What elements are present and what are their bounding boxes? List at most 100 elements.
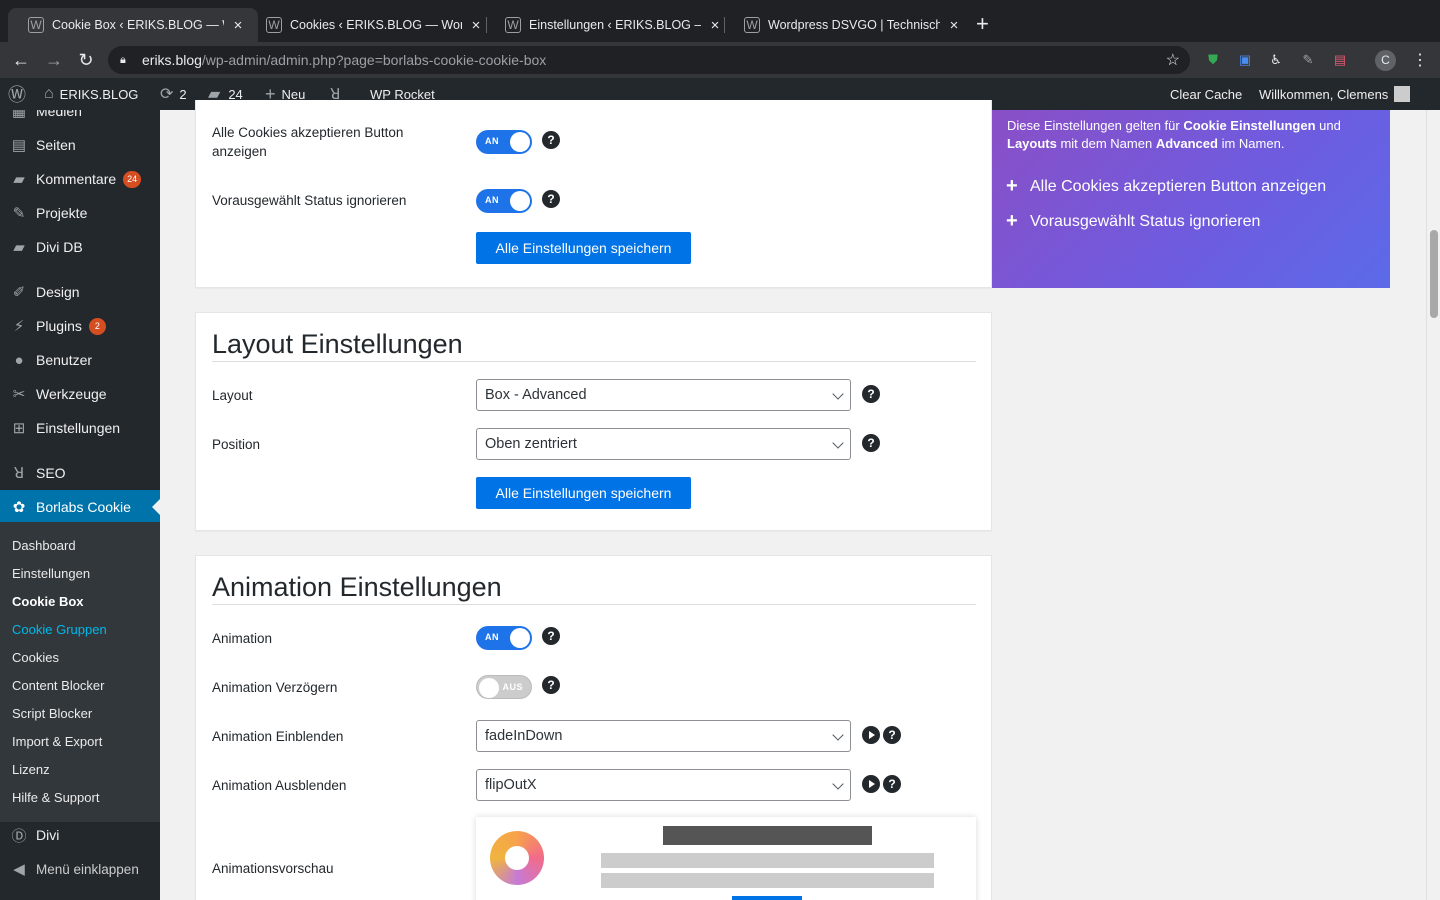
forward-arrow-icon[interactable]: → <box>42 49 66 71</box>
reload-icon[interactable]: ↻ <box>74 49 98 71</box>
panel-title: Layout Einstellungen <box>212 329 463 359</box>
updates-icon: ⟳ <box>160 86 174 103</box>
sidebar-item-label: Menü einklappen <box>36 861 139 877</box>
close-icon[interactable]: × <box>230 17 246 34</box>
sidebar-item-werkzeuge[interactable]: ✂︎ Werkzeuge <box>0 377 160 411</box>
submenu-item-cookies[interactable]: Cookies <box>12 650 59 665</box>
sidebar-item-benutzer[interactable]: ● Benutzer <box>0 343 160 377</box>
submenu-item-script-blocker[interactable]: Script Blocker <box>12 706 92 721</box>
panel-title: Animation Einstellungen <box>212 572 502 602</box>
media-icon: ▦ <box>11 110 27 120</box>
pen-extension-icon[interactable]: ✎ <box>1299 52 1317 68</box>
sidebar-item-design[interactable]: ✐ Design <box>0 275 160 309</box>
help-icon[interactable]: ? <box>542 131 560 149</box>
clear-cache-link[interactable]: Clear Cache <box>1170 78 1242 110</box>
tab-title: Wordpress DSVGO | Technisch <box>768 18 940 32</box>
submenu-item-cookie-gruppen[interactable]: Cookie Gruppen <box>12 622 107 637</box>
bookmark-star-icon[interactable]: ☆ <box>1166 50 1180 70</box>
help-icon[interactable]: ? <box>542 190 560 208</box>
shield-extension-icon[interactable]: ⛊ <box>1204 52 1222 68</box>
close-icon[interactable]: × <box>707 17 723 34</box>
browser-tab[interactable]: W Cookies ‹ ERIKS.BLOG — Word × <box>246 8 496 42</box>
calendar-extension-icon[interactable]: ▤ <box>1331 52 1349 68</box>
close-icon[interactable]: × <box>946 17 962 34</box>
info-item-label: Vorausgewählt Status ignorieren <box>1030 212 1261 230</box>
help-icon[interactable]: ? <box>883 726 901 744</box>
animation-out-select[interactable]: flipOutX <box>476 769 851 801</box>
browser-toolbar: ← → ↻ 🔒︎ eriks.blog/wp-admin/admin.php?p… <box>0 42 1440 78</box>
wordpress-favicon-icon: W <box>266 17 282 33</box>
preview-title-bar <box>663 826 872 845</box>
brush-icon: ✐ <box>12 284 26 301</box>
sidebar-item-label: Design <box>36 284 80 300</box>
info-item: + Vorausgewählt Status ignorieren <box>1006 210 1260 233</box>
accessibility-extension-icon[interactable]: ♿︎ <box>1267 52 1285 68</box>
preview-text-bar <box>601 853 934 868</box>
help-icon[interactable]: ? <box>883 775 901 793</box>
save-all-settings-button[interactable]: Alle Einstellungen speichern <box>476 477 691 509</box>
profile-avatar[interactable]: C <box>1375 50 1396 71</box>
collapse-menu-button[interactable]: ◀ Menü einklappen <box>0 852 160 886</box>
new-tab-button[interactable]: + <box>976 13 989 35</box>
updates-count: 2 <box>179 86 187 102</box>
sidebar-item-plugins[interactable]: ⚡︎ Plugins 2 <box>0 309 160 343</box>
accept-all-toggle[interactable]: AN <box>476 130 532 154</box>
browser-tab[interactable]: W Wordpress DSVGO | Technisch × <box>724 8 974 42</box>
submenu-item-einstellungen[interactable]: Einstellungen <box>12 566 90 581</box>
browser-tab[interactable]: W Cookie Box ‹ ERIKS.BLOG — W × <box>8 8 258 42</box>
position-select[interactable]: Oben zentriert <box>476 428 851 460</box>
animation-delay-toggle[interactable]: AUS <box>476 675 532 699</box>
page-scrollbar[interactable] <box>1426 110 1440 900</box>
browser-tab-strip: W Cookie Box ‹ ERIKS.BLOG — W × W Cookie… <box>0 0 1440 42</box>
submenu-item-cookie-box[interactable]: Cookie Box <box>12 594 84 609</box>
address-bar[interactable]: 🔒︎ eriks.blog/wp-admin/admin.php?page=bo… <box>108 46 1190 74</box>
updates-link[interactable]: ⟳ 2 <box>160 78 187 110</box>
sidebar-item-label: Einstellungen <box>36 420 121 436</box>
wordpress-logo-icon[interactable]: Ⓦ <box>8 78 32 110</box>
divi-icon: Ⓓ <box>11 827 27 845</box>
scrollbar-thumb[interactable] <box>1430 230 1438 318</box>
sidebar-item-medien[interactable]: ▦ Medien <box>0 110 160 128</box>
sidebar-item-borlabs-cookie[interactable]: ✿ Borlabs Cookie <box>0 490 160 524</box>
submenu-item-dashboard[interactable]: Dashboard <box>12 538 76 553</box>
sidebar-item-label: SEO <box>36 465 66 481</box>
help-icon[interactable]: ? <box>542 676 560 694</box>
help-icon[interactable]: ? <box>862 434 880 452</box>
user-account-link[interactable]: Willkommen, Clemens <box>1259 78 1411 110</box>
browser-tab[interactable]: W Einstellungen ‹ ERIKS.BLOG — × <box>485 8 735 42</box>
submenu-item-hilfe-support[interactable]: Hilfe & Support <box>12 790 99 805</box>
back-arrow-icon[interactable]: ← <box>9 49 33 71</box>
save-all-settings-button[interactable]: Alle Einstellungen speichern <box>476 232 691 264</box>
pages-icon: ▤ <box>11 137 27 154</box>
animation-toggle[interactable]: AN <box>476 626 532 650</box>
pin-icon: ✎ <box>12 205 26 222</box>
select-value: flipOutX <box>485 777 537 793</box>
play-preview-icon[interactable] <box>862 726 880 744</box>
play-preview-icon[interactable] <box>862 775 880 793</box>
sidebar-item-divi-db[interactable]: ▰ Divi DB <box>0 230 160 264</box>
close-icon[interactable]: × <box>468 17 484 34</box>
site-name-link[interactable]: ⌂ ERIKS.BLOG <box>44 78 138 110</box>
lock-icon: 🔒︎ <box>120 53 126 66</box>
submenu-item-content-blocker[interactable]: Content Blocker <box>12 678 105 693</box>
sidebar-item-label: Divi <box>36 827 60 843</box>
browser-menu-icon[interactable]: ⋮ <box>1412 50 1428 70</box>
help-icon[interactable]: ? <box>542 627 560 645</box>
help-icon[interactable]: ? <box>862 385 880 403</box>
preselected-ignore-toggle[interactable]: AN <box>476 189 532 213</box>
sidebar-item-einstellungen[interactable]: ⊞ Einstellungen <box>0 411 160 445</box>
submenu-item-import-export[interactable]: Import & Export <box>12 734 102 749</box>
sidebar-item-seo[interactable]: ꓤ SEO <box>0 456 160 490</box>
toggle-state-label: AN <box>485 195 499 205</box>
sidebar-item-label: Projekte <box>36 205 88 221</box>
sidebar-item-kommentare[interactable]: ▰ Kommentare 24 <box>0 162 160 196</box>
sidebar-item-seiten[interactable]: ▤ Seiten <box>0 128 160 162</box>
sidebar-item-divi[interactable]: Ⓓ Divi <box>0 818 160 852</box>
submenu-item-lizenz[interactable]: Lizenz <box>12 762 50 777</box>
tab-title: Cookie Box ‹ ERIKS.BLOG — W <box>52 18 224 32</box>
animation-in-select[interactable]: fadeInDown <box>476 720 851 752</box>
layout-select[interactable]: Box - Advanced <box>476 379 851 411</box>
sidebar-item-projekte[interactable]: ✎ Projekte <box>0 196 160 230</box>
plus-icon: + <box>1006 175 1018 197</box>
translate-extension-icon[interactable]: ▣ <box>1236 52 1254 68</box>
